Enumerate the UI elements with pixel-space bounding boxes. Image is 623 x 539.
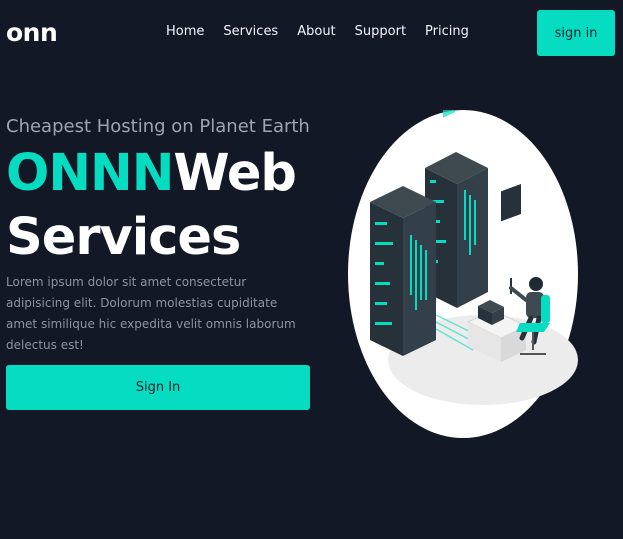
hero-title-line2: Services (6, 208, 241, 267)
hero-title-rest: Web (173, 144, 297, 203)
hero-sign-in-button[interactable]: Sign In (6, 365, 310, 410)
hero-description: Lorem ipsum dolor sit amet consectetur a… (6, 275, 296, 352)
main-nav: Home Services About Support Pricing (166, 24, 488, 39)
nav-services[interactable]: Services (223, 24, 278, 39)
nav-support[interactable]: Support (355, 24, 406, 39)
header-sign-in-button[interactable]: sign in (537, 10, 615, 56)
nav-about[interactable]: About (297, 24, 335, 39)
server-rack-front-icon (370, 186, 436, 356)
hero-title: ONNNWeb Services (6, 142, 297, 270)
hero-tagline: Cheapest Hosting on Planet Earth (6, 116, 310, 137)
nav-home[interactable]: Home (166, 24, 204, 39)
server-rack-engineer-illustration (348, 110, 578, 438)
logo[interactable]: onn (6, 18, 58, 47)
hero-title-accent: ONNN (6, 144, 174, 203)
nav-pricing[interactable]: Pricing (425, 24, 469, 39)
